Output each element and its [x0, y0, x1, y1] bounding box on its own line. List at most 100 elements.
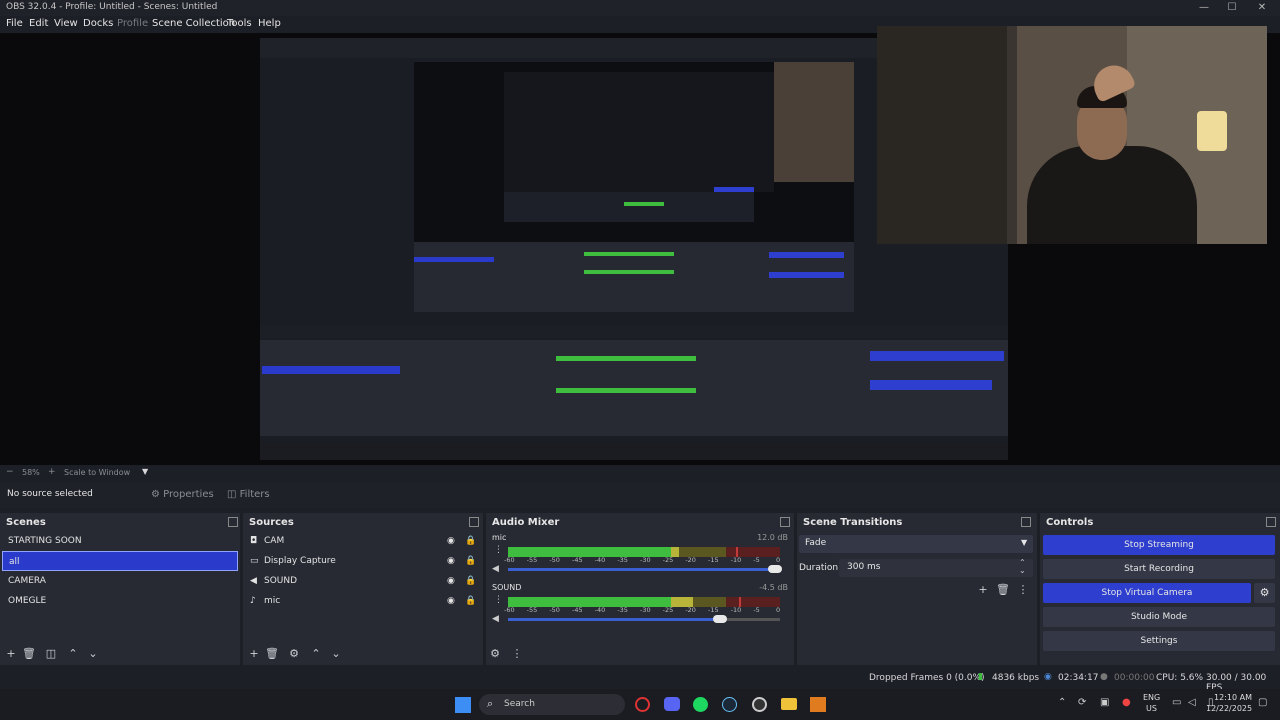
stop-streaming-button[interactable]: Stop Streaming — [1043, 535, 1275, 555]
region: US — [1146, 704, 1157, 713]
undock-icon[interactable] — [780, 517, 790, 527]
meter-tick-label: 0 — [776, 606, 781, 614]
remove-source-icon[interactable]: 🗑 — [265, 647, 279, 661]
spotify-icon[interactable] — [693, 697, 708, 712]
source-item[interactable]: ♪ mic ◉ 🔒 — [245, 591, 481, 611]
source-name: SOUND — [264, 576, 298, 586]
undock-icon[interactable] — [1266, 517, 1276, 527]
steam-icon[interactable] — [722, 697, 737, 712]
sync-icon[interactable]: ⟳ — [1078, 697, 1086, 708]
source-properties-icon[interactable]: ⚙ — [287, 647, 301, 661]
scale-mode-select[interactable]: Scale to Window — [64, 468, 130, 477]
channel-db: -4.5 dB — [759, 583, 788, 592]
meter-tick-label: -45 — [572, 606, 583, 614]
start-recording-button[interactable]: Start Recording — [1043, 559, 1275, 579]
menu-scene-collection[interactable]: Scene Collection — [152, 18, 235, 29]
visibility-eye-icon[interactable]: ◉ — [447, 531, 455, 551]
menu-profile[interactable]: Profile — [117, 18, 148, 29]
menu-edit[interactable]: Edit — [29, 18, 48, 29]
language[interactable]: ENG — [1143, 693, 1160, 702]
volume-icon[interactable]: ◀ — [492, 564, 499, 574]
transition-menu-icon[interactable]: ⋮ — [1016, 583, 1030, 597]
lock-icon[interactable]: 🔒 — [465, 591, 476, 611]
scenes-title: Scenes — [6, 517, 46, 528]
network-icon[interactable]: ▭ — [1172, 697, 1181, 708]
clock-time[interactable]: 12:10 AM — [1214, 693, 1252, 702]
menu-docks[interactable]: Docks — [83, 18, 113, 29]
add-transition-icon[interactable]: + — [976, 583, 990, 597]
transition-select[interactable]: Fade ▼ — [799, 535, 1033, 553]
close-icon[interactable]: ✕ — [1250, 1, 1274, 15]
windows-start-icon[interactable] — [455, 697, 471, 713]
chevron-down-icon[interactable]: ▼ — [142, 467, 148, 476]
discord-icon[interactable] — [664, 697, 680, 711]
move-up-icon[interactable]: ⌃ — [66, 647, 80, 661]
transition-type: Fade — [805, 538, 827, 548]
taskbar-search[interactable]: ⌕ Search — [479, 694, 625, 715]
remove-scene-icon[interactable]: 🗑 — [22, 647, 36, 661]
meter-tick-label: -55 — [526, 556, 538, 564]
obs-icon[interactable] — [752, 697, 767, 712]
stop-virtual-camera-button[interactable]: Stop Virtual Camera — [1043, 583, 1251, 603]
menu-help[interactable]: Help — [258, 18, 281, 29]
chevron-down-icon: ▼ — [1021, 538, 1028, 547]
scene-filters-icon[interactable]: ◫ — [44, 647, 58, 661]
source-item[interactable]: ▭ Display Capture ◉ 🔒 — [245, 551, 481, 571]
channel-name: mic — [492, 533, 507, 542]
chevron-up-icon[interactable]: ⌃ — [1058, 697, 1066, 708]
move-down-icon[interactable]: ⌄ — [329, 647, 343, 661]
duration-spinbox[interactable]: 300 ms ⌃ ⌄ — [839, 558, 1033, 577]
properties-button[interactable]: ⚙ Properties — [151, 487, 214, 503]
zoom-in-button[interactable]: + — [48, 467, 56, 477]
menu-file[interactable]: File — [6, 18, 23, 29]
source-item[interactable]: ◀ SOUND ◉ 🔒 — [245, 571, 481, 591]
lock-icon[interactable]: 🔒 — [465, 551, 476, 571]
lock-icon[interactable]: 🔒 — [465, 531, 476, 551]
maximize-icon[interactable]: ☐ — [1220, 1, 1244, 15]
scene-item-selected[interactable]: all — [2, 551, 238, 571]
volume-icon[interactable]: ◁ — [1188, 697, 1196, 708]
status-bar: Dropped Frames 0 (0.0%) ▮ 4836 kbps ◉ 02… — [0, 670, 1280, 693]
channel-menu-icon[interactable]: ⋮ — [494, 595, 503, 605]
menu-view[interactable]: View — [54, 18, 78, 29]
volume-slider-handle[interactable] — [713, 615, 728, 623]
filters-button[interactable]: ◫ Filters — [227, 487, 270, 503]
studio-mode-button[interactable]: Studio Mode — [1043, 607, 1275, 627]
source-item[interactable]: ◘ CAM ◉ 🔒 — [245, 531, 481, 551]
stream-icon: ◉ — [1044, 672, 1052, 682]
app-icon[interactable] — [810, 697, 826, 712]
scene-item[interactable]: OMEGLE — [2, 591, 238, 611]
channel-name: SOUND — [492, 583, 522, 592]
opera-icon[interactable] — [635, 697, 650, 712]
zoom-out-button[interactable]: − — [6, 467, 14, 477]
add-scene-icon[interactable]: + — [4, 647, 18, 661]
minimize-icon[interactable]: — — [1192, 1, 1216, 15]
scene-item[interactable]: STARTING SOON — [2, 531, 238, 551]
controls-dock: Controls Stop Streaming Start Recording … — [1040, 513, 1280, 665]
undock-icon[interactable] — [469, 517, 479, 527]
undock-icon[interactable] — [228, 517, 238, 527]
mixer-settings-icon[interactable]: ⚙ — [488, 647, 502, 661]
scene-item[interactable]: CAMERA — [2, 571, 238, 591]
spin-down-icon[interactable]: ⌄ — [1019, 566, 1026, 575]
lock-icon[interactable]: 🔒 — [465, 571, 476, 591]
visibility-eye-icon[interactable]: ◉ — [447, 551, 455, 571]
undock-icon[interactable] — [1021, 517, 1031, 527]
channel-menu-icon[interactable]: ⋮ — [494, 545, 503, 555]
volume-icon[interactable]: ◀ — [492, 614, 499, 624]
settings-button[interactable]: Settings — [1043, 631, 1275, 651]
menu-tools[interactable]: Tools — [227, 18, 252, 29]
gamepad-icon[interactable]: ▣ — [1100, 697, 1109, 708]
virtual-camera-settings-icon[interactable]: ⚙ — [1254, 583, 1275, 603]
move-down-icon[interactable]: ⌄ — [86, 647, 100, 661]
microphone-icon[interactable]: ● — [1122, 697, 1131, 708]
visibility-eye-icon[interactable]: ◉ — [447, 591, 455, 611]
notifications-icon[interactable]: ▢ — [1258, 697, 1267, 708]
volume-slider-handle[interactable] — [767, 565, 782, 573]
file-explorer-icon[interactable] — [781, 698, 797, 710]
remove-transition-icon[interactable]: 🗑 — [996, 583, 1010, 597]
move-up-icon[interactable]: ⌃ — [309, 647, 323, 661]
add-source-icon[interactable]: + — [247, 647, 261, 661]
mixer-menu-icon[interactable]: ⋮ — [510, 647, 524, 661]
visibility-eye-icon[interactable]: ◉ — [447, 571, 455, 591]
